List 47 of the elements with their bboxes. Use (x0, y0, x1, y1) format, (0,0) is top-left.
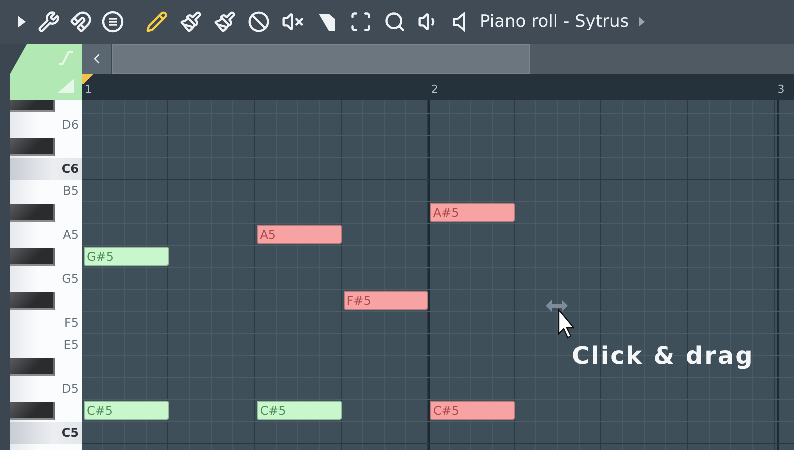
key-label: F5 (64, 316, 79, 330)
bar-number: 2 (431, 83, 438, 96)
key-label: G5 (62, 272, 79, 286)
note[interactable]: C#5 (84, 401, 169, 420)
key-label: B5 (63, 184, 79, 198)
piano-key[interactable] (10, 138, 55, 156)
caret-icon[interactable] (639, 17, 646, 27)
ramp-icon (58, 79, 74, 93)
menu-icon[interactable] (102, 11, 124, 33)
channel-tab[interactable] (10, 44, 82, 100)
key-label: D6 (62, 118, 79, 132)
note[interactable]: F#5 (344, 291, 428, 310)
window-title: Piano roll - Sytrus (480, 12, 630, 32)
key-label: E5 (64, 338, 79, 352)
bar-number: 1 (85, 83, 92, 96)
hint-text: Click & drag (572, 342, 754, 370)
key-label: D5 (62, 382, 79, 396)
paintbrush-icon[interactable] (180, 11, 202, 33)
ban-icon[interactable] (248, 11, 270, 33)
note-grid[interactable]: A#5 A5 G#5 F#5 C#5 C#5 C#5 Click & drag (82, 100, 794, 450)
key-label: A5 (63, 228, 79, 242)
note[interactable]: A#5 (430, 203, 515, 222)
magnet-icon[interactable] (70, 11, 92, 33)
piano-key[interactable] (10, 358, 55, 376)
wrench-icon[interactable] (38, 11, 60, 33)
piano-key[interactable] (10, 204, 55, 222)
note[interactable]: G#5 (84, 247, 169, 266)
note[interactable]: C#5 (430, 401, 515, 420)
pencil-icon[interactable] (146, 11, 168, 33)
piano-key[interactable] (10, 248, 55, 266)
piano-key[interactable] (10, 292, 55, 310)
resize-cursor-icon (546, 298, 574, 340)
timeline-ruler[interactable]: 1 2 3 (82, 74, 794, 100)
paintbrush-icon[interactable] (214, 11, 236, 33)
note[interactable]: C#5 (257, 401, 342, 420)
scroll-left-button[interactable] (82, 44, 112, 74)
key-label: C5 (62, 426, 79, 440)
select-icon[interactable] (350, 11, 372, 33)
note[interactable]: A5 (257, 225, 342, 244)
piano-key[interactable] (10, 402, 55, 420)
zoom-icon[interactable] (384, 11, 406, 33)
play-icon[interactable] (18, 16, 26, 28)
scrollbar-thumb[interactable] (112, 44, 530, 74)
key-label: C6 (62, 162, 79, 176)
mute-icon[interactable] (282, 11, 304, 33)
curve-icon (58, 51, 74, 65)
bar-number: 3 (778, 83, 785, 96)
